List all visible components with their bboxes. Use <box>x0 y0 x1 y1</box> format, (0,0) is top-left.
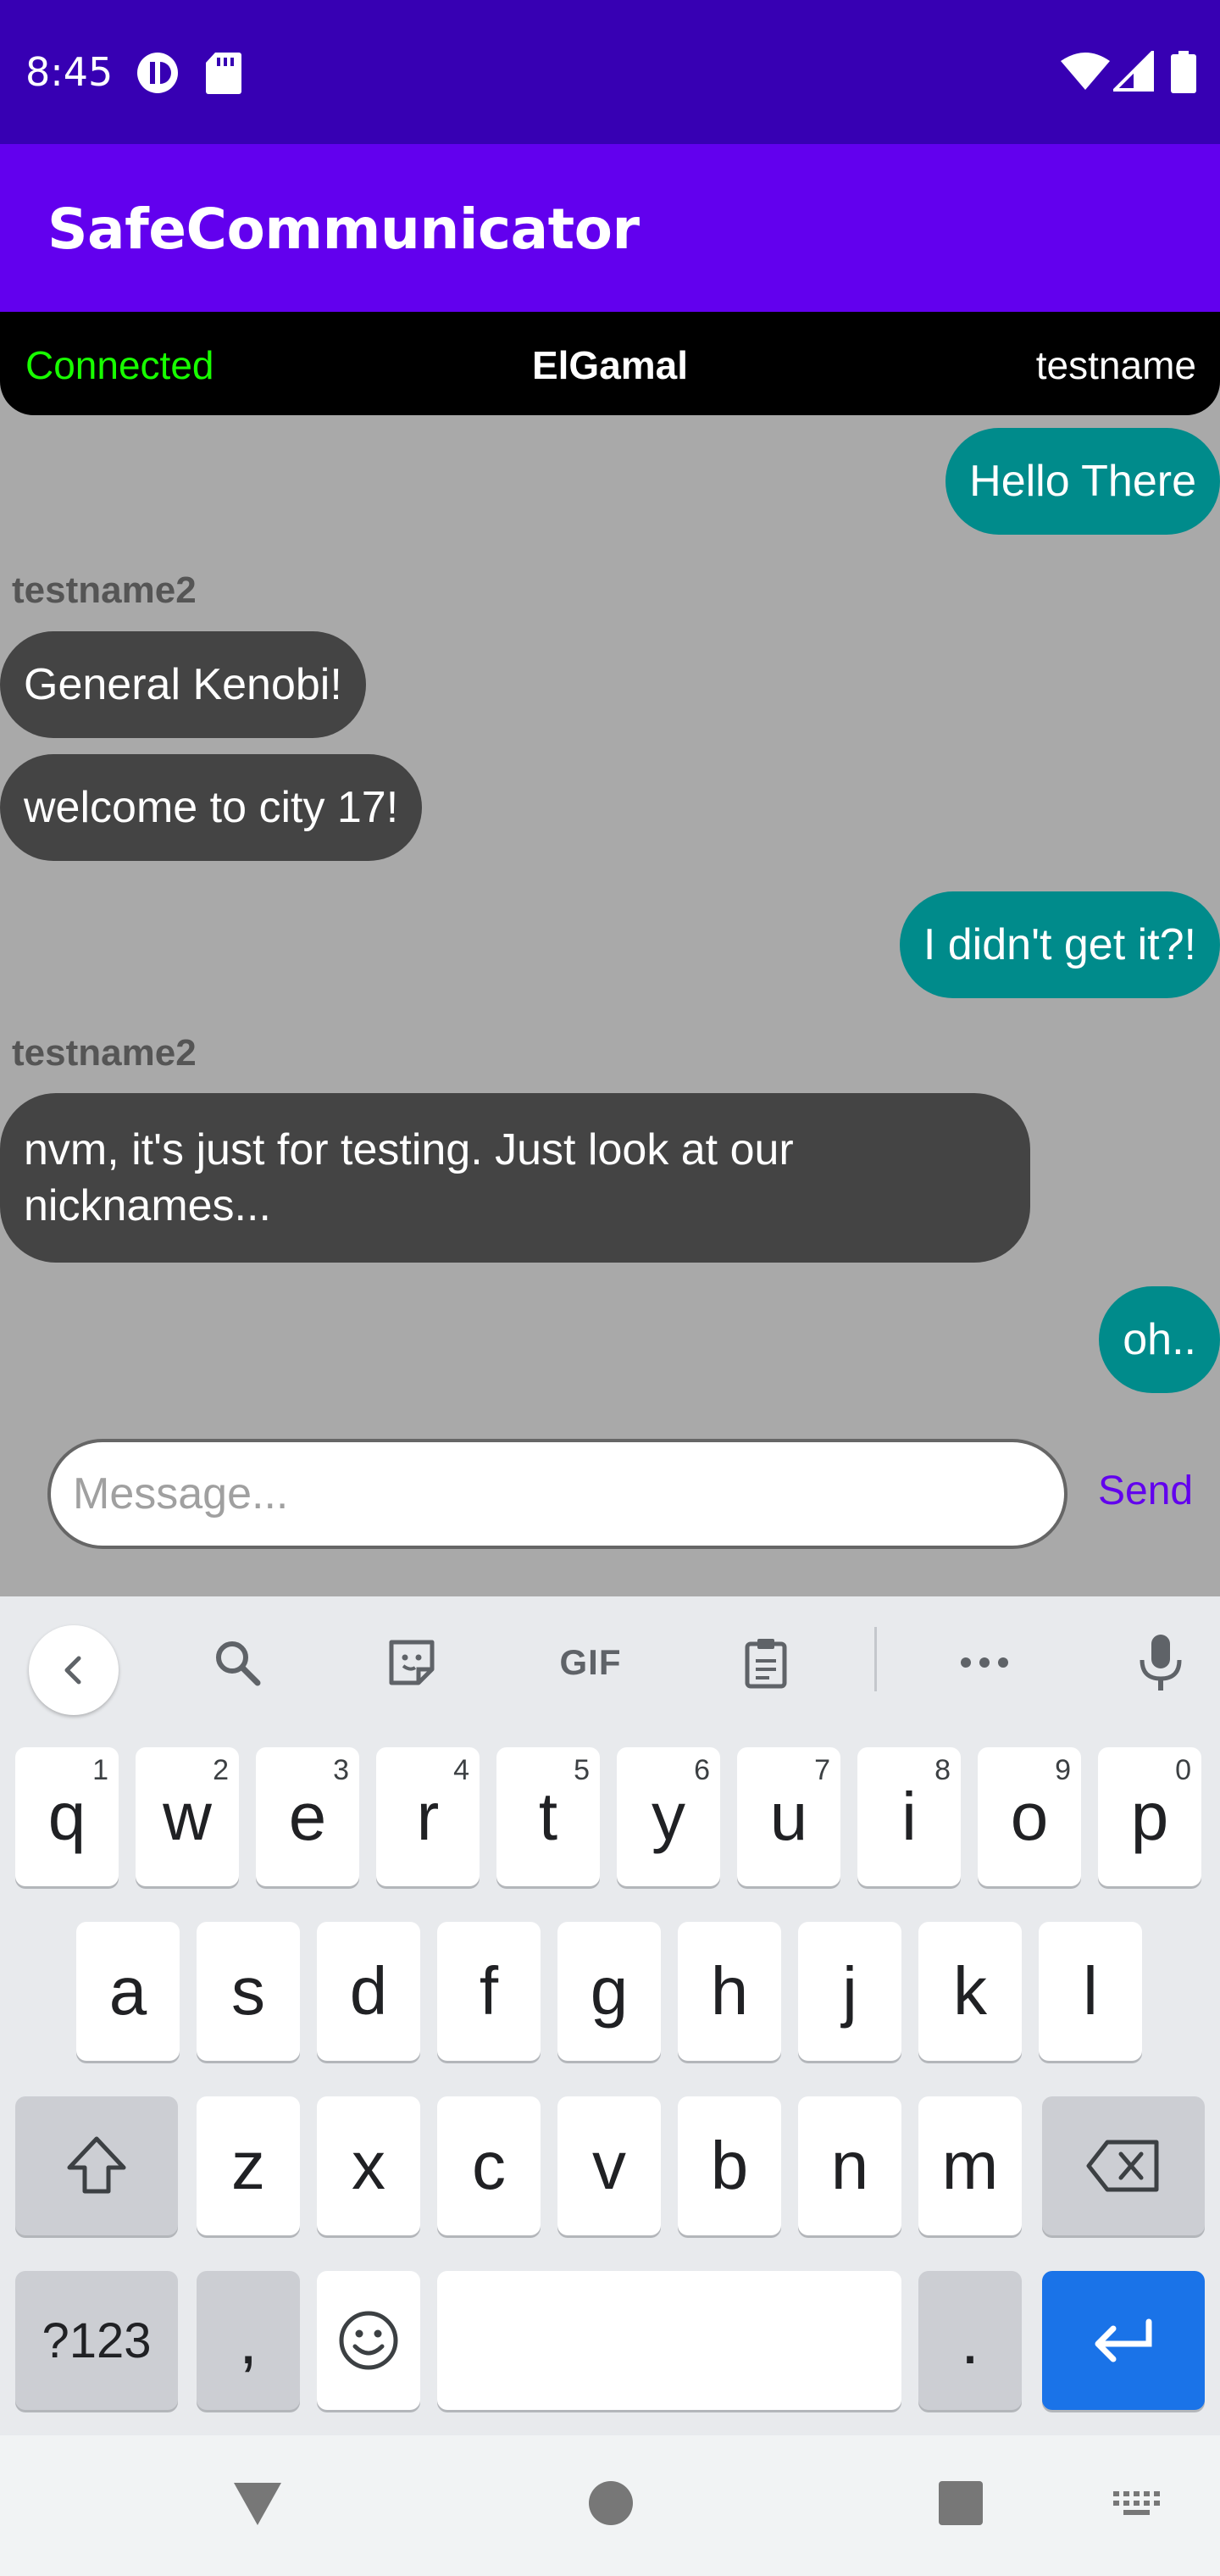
signal-icon <box>1111 48 1154 96</box>
sender-name: testname2 <box>12 1032 197 1074</box>
key-o[interactable]: o9 <box>978 1747 1081 1886</box>
connection-bar: Connected ElGamal testname <box>0 312 1220 415</box>
key-label: r <box>416 1779 440 1854</box>
shift-icon <box>67 2136 126 2194</box>
backspace-icon <box>1086 2140 1159 2192</box>
key-hint: 0 <box>1175 1754 1191 1786</box>
key-label: p <box>1130 1779 1169 1854</box>
key-e[interactable]: e3 <box>256 1747 359 1886</box>
key-label: o <box>1010 1779 1049 1854</box>
key-k[interactable]: k <box>918 1922 1022 2061</box>
period-key[interactable]: . <box>918 2271 1022 2410</box>
gif-button[interactable]: GIF <box>552 1629 629 1696</box>
key-label: u <box>769 1779 808 1854</box>
send-button[interactable]: Send <box>1098 1468 1193 1514</box>
data-saver-icon <box>136 51 180 99</box>
key-g[interactable]: g <box>557 1922 661 2061</box>
key-label: y <box>652 1779 685 1854</box>
key-m[interactable]: m <box>918 2096 1022 2235</box>
keyboard-toolbar: GIF <box>0 1596 1220 1724</box>
status-time: 8:45 <box>25 49 114 95</box>
key-z[interactable]: z <box>197 2096 300 2235</box>
key-hint: 7 <box>814 1754 830 1786</box>
wifi-icon <box>1061 51 1110 96</box>
keyboard-switch-icon[interactable] <box>1113 2491 1162 2526</box>
received-message[interactable]: nvm, it's just for testing. Just look at… <box>0 1093 1030 1263</box>
key-label: i <box>901 1779 917 1854</box>
key-hint: 5 <box>574 1754 590 1786</box>
spacebar[interactable] <box>437 2271 901 2410</box>
soft-keyboard: GIF q1 w2 e3 r4 t5 y6 u7 i8 o9 p0 a s d … <box>0 1596 1220 2435</box>
comma-key[interactable]: , <box>197 2271 300 2410</box>
recents-nav-icon[interactable] <box>937 2478 984 2533</box>
key-hint: 4 <box>453 1754 469 1786</box>
key-t[interactable]: t5 <box>496 1747 600 1886</box>
sent-message[interactable]: oh.. <box>1099 1286 1220 1393</box>
home-nav-icon[interactable] <box>588 2478 634 2533</box>
search-icon[interactable] <box>203 1629 271 1696</box>
key-f[interactable]: f <box>437 1922 541 2061</box>
backspace-key[interactable] <box>1042 2096 1205 2235</box>
key-r[interactable]: r4 <box>376 1747 480 1886</box>
sd-card-icon <box>205 51 242 99</box>
status-bar: 8:45 <box>0 0 1220 144</box>
key-w[interactable]: w2 <box>136 1747 239 1886</box>
key-hint: 8 <box>934 1754 951 1786</box>
key-label: w <box>163 1779 212 1854</box>
sender-name: testname2 <box>12 569 197 611</box>
symbols-key[interactable]: ?123 <box>15 2271 178 2410</box>
key-u[interactable]: u7 <box>737 1747 840 1886</box>
key-i[interactable]: i8 <box>857 1747 961 1886</box>
key-s[interactable]: s <box>197 1922 300 2061</box>
key-label: e <box>288 1779 327 1854</box>
key-hint: 2 <box>213 1754 229 1786</box>
key-y[interactable]: y6 <box>617 1747 720 1886</box>
current-username: testname <box>1035 343 1196 387</box>
key-b[interactable]: b <box>678 2096 781 2235</box>
enter-key[interactable] <box>1042 2271 1205 2410</box>
key-p[interactable]: p0 <box>1098 1747 1201 1886</box>
key-x[interactable]: x <box>317 2096 420 2235</box>
clipboard-icon[interactable] <box>732 1629 800 1696</box>
key-n[interactable]: n <box>798 2096 901 2235</box>
key-hint: 3 <box>333 1754 349 1786</box>
enter-icon <box>1095 2318 1152 2362</box>
app-bar: SafeCommunicator <box>0 144 1220 312</box>
message-input[interactable] <box>47 1439 1068 1549</box>
key-label: t <box>538 1779 558 1854</box>
back-icon[interactable] <box>29 1625 119 1715</box>
microphone-icon[interactable] <box>1127 1629 1195 1696</box>
battery-icon <box>1171 51 1196 97</box>
key-h[interactable]: h <box>678 1922 781 2061</box>
sent-message[interactable]: Hello There <box>946 428 1220 535</box>
key-a[interactable]: a <box>76 1922 180 2061</box>
sticker-icon[interactable] <box>378 1629 446 1696</box>
key-q[interactable]: q1 <box>15 1747 119 1886</box>
key-j[interactable]: j <box>798 1922 901 2061</box>
received-message[interactable]: welcome to city 17! <box>0 754 423 861</box>
key-v[interactable]: v <box>557 2096 661 2235</box>
emoji-key[interactable] <box>317 2271 420 2410</box>
key-l[interactable]: l <box>1039 1922 1142 2061</box>
key-hint: 9 <box>1055 1754 1071 1786</box>
key-hint: 6 <box>694 1754 710 1786</box>
key-hint: 1 <box>92 1754 108 1786</box>
key-d[interactable]: d <box>317 1922 420 2061</box>
key-label: q <box>47 1779 86 1854</box>
sent-message[interactable]: I didn't get it?! <box>899 891 1220 998</box>
more-icon[interactable] <box>951 1629 1018 1696</box>
received-message[interactable]: General Kenobi! <box>0 631 366 738</box>
toolbar-divider <box>874 1627 877 1691</box>
navigation-bar <box>0 2435 1220 2576</box>
emoji-icon <box>339 2311 398 2370</box>
back-nav-icon[interactable] <box>230 2478 285 2533</box>
key-c[interactable]: c <box>437 2096 541 2235</box>
app-title: SafeCommunicator <box>47 197 640 262</box>
shift-key[interactable] <box>15 2096 178 2235</box>
